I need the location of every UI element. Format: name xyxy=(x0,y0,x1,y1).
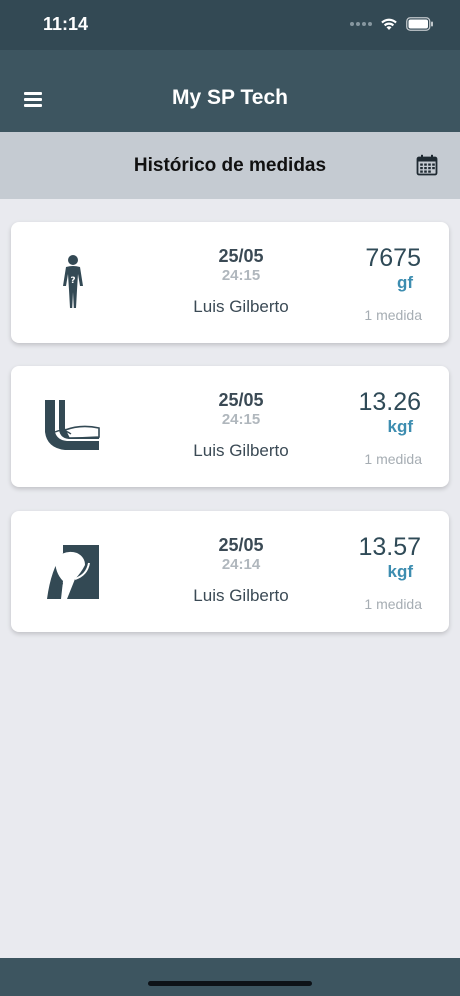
card-patient-name: Luis Gilberto xyxy=(193,441,289,460)
card-patient-name: Luis Gilberto xyxy=(193,586,289,605)
card-unit: kgf xyxy=(387,417,414,436)
subheader: Histórico de medidas xyxy=(0,132,460,199)
card-unit: gf xyxy=(396,273,413,292)
card-value: 13.26 xyxy=(358,388,421,416)
card-time: 24:15 xyxy=(221,267,261,284)
card-count: 1 medida xyxy=(364,596,422,612)
app-title: My SP Tech xyxy=(172,86,288,109)
measurement-card[interactable]: 25/05 24:15 Luis Gilberto 13.26 kgf 1 me… xyxy=(11,366,449,487)
card-date: 25/05 xyxy=(218,246,264,266)
app-bar: My SP Tech xyxy=(0,50,460,132)
wifi-icon xyxy=(381,18,397,30)
card-unit: kgf xyxy=(387,562,414,581)
shoulder-icon xyxy=(47,545,99,599)
battery-icon xyxy=(406,17,433,31)
status-bar: 11:14 xyxy=(0,0,460,50)
card-value: 7675 xyxy=(365,244,421,272)
home-indicator[interactable] xyxy=(148,981,312,986)
signal-icon xyxy=(350,22,372,26)
card-count: 1 medida xyxy=(364,307,422,323)
calendar-icon[interactable] xyxy=(416,154,438,176)
full-body-icon: ? xyxy=(63,255,83,308)
card-patient-name: Luis Gilberto xyxy=(193,297,289,316)
card-value: 13.57 xyxy=(358,533,421,561)
status-icons xyxy=(350,14,434,34)
elbow-icon xyxy=(45,400,100,450)
measurement-card[interactable]: 25/05 24:14 Luis Gilberto 13.57 kgf 1 me… xyxy=(11,511,449,632)
card-date: 25/05 xyxy=(218,535,264,555)
card-time: 24:14 xyxy=(221,556,261,573)
card-date: 25/05 xyxy=(218,390,264,410)
svg-text:?: ? xyxy=(70,276,75,286)
card-count: 1 medida xyxy=(364,451,422,467)
bottom-bar xyxy=(0,958,460,996)
status-time: 11:14 xyxy=(43,14,89,34)
measurement-card[interactable]: ? 25/05 24:15 Luis Gilberto 7675 gf 1 me… xyxy=(11,222,449,343)
page-title: Histórico de medidas xyxy=(133,155,327,176)
card-time: 24:15 xyxy=(221,411,261,428)
